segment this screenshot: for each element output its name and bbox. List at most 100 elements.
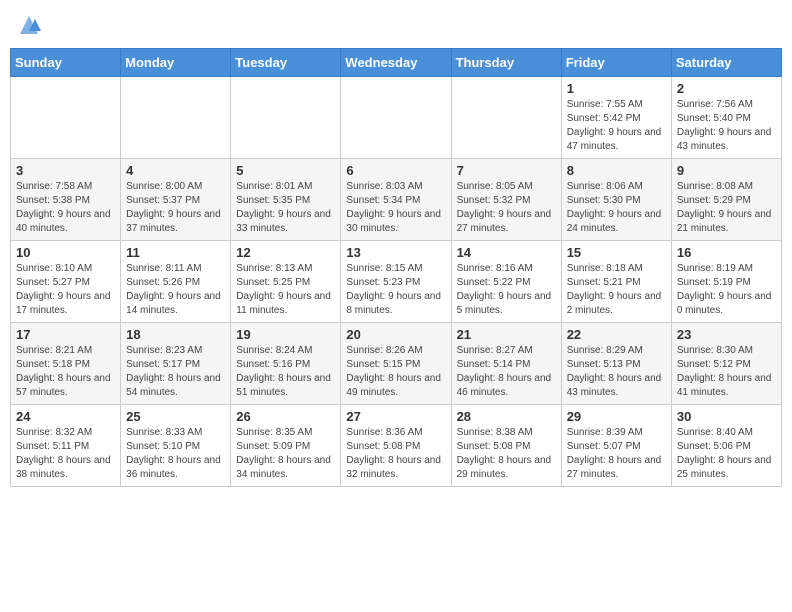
day-info: Sunrise: 8:08 AM Sunset: 5:29 PM Dayligh… bbox=[677, 180, 776, 236]
day-info: Sunrise: 8:16 AM Sunset: 5:22 PM Dayligh… bbox=[457, 262, 556, 318]
calendar-cell: 27 Sunrise: 8:36 AM Sunset: 5:08 PM Dayli… bbox=[341, 405, 451, 487]
day-info: Sunrise: 8:06 AM Sunset: 5:30 PM Dayligh… bbox=[567, 180, 666, 236]
day-number: 25 bbox=[126, 409, 225, 424]
calendar-cell: 29Sunrise: 8:39 AM Sunset: 5:07 PM Dayli… bbox=[561, 405, 671, 487]
day-number: 22 bbox=[567, 327, 666, 342]
day-info: Sunrise: 8:23 AM Sunset: 5:17 PM Dayligh… bbox=[126, 344, 225, 400]
calendar-cell bbox=[231, 77, 341, 159]
day-info: Sunrise: 8:15 AM Sunset: 5:23 PM Dayligh… bbox=[346, 262, 445, 318]
day-number: 13 bbox=[346, 245, 445, 260]
day-number: 16 bbox=[677, 245, 776, 260]
calendar: SundayMondayTuesdayWednesdayThursdayFrid… bbox=[10, 48, 782, 487]
day-number: 2 bbox=[677, 81, 776, 96]
day-info: Sunrise: 8:33 AM Sunset: 5:10 PM Dayligh… bbox=[126, 426, 225, 482]
calendar-cell: 7 Sunrise: 8:05 AM Sunset: 5:32 PM Daylig… bbox=[451, 159, 561, 241]
day-info: Sunrise: 7:55 AM Sunset: 5:42 PM Dayligh… bbox=[567, 98, 666, 154]
weekday-header: Sunday bbox=[11, 49, 121, 77]
calendar-cell: 23 Sunrise: 8:30 AM Sunset: 5:12 PM Dayli… bbox=[671, 323, 781, 405]
weekday-header: Thursday bbox=[451, 49, 561, 77]
day-number: 5 bbox=[236, 163, 335, 178]
day-info: Sunrise: 8:32 AM Sunset: 5:11 PM Dayligh… bbox=[16, 426, 115, 482]
calendar-week-row: 10 Sunrise: 8:10 AM Sunset: 5:27 PM Dayli… bbox=[11, 241, 782, 323]
calendar-cell bbox=[11, 77, 121, 159]
calendar-cell: 19 Sunrise: 8:24 AM Sunset: 5:16 PM Dayli… bbox=[231, 323, 341, 405]
day-info: Sunrise: 8:19 AM Sunset: 5:19 PM Dayligh… bbox=[677, 262, 776, 318]
day-info: Sunrise: 8:35 AM Sunset: 5:09 PM Dayligh… bbox=[236, 426, 335, 482]
day-info: Sunrise: 8:00 AM Sunset: 5:37 PM Dayligh… bbox=[126, 180, 225, 236]
day-number: 24 bbox=[16, 409, 115, 424]
day-number: 10 bbox=[16, 245, 115, 260]
day-number: 9 bbox=[677, 163, 776, 178]
day-info: Sunrise: 8:29 AM Sunset: 5:13 PM Dayligh… bbox=[567, 344, 666, 400]
logo-icon bbox=[14, 10, 44, 40]
day-info: Sunrise: 8:30 AM Sunset: 5:12 PM Dayligh… bbox=[677, 344, 776, 400]
calendar-cell: 16 Sunrise: 8:19 AM Sunset: 5:19 PM Dayli… bbox=[671, 241, 781, 323]
day-number: 14 bbox=[457, 245, 556, 260]
calendar-week-row: 3 Sunrise: 7:58 AM Sunset: 5:38 PM Daylig… bbox=[11, 159, 782, 241]
calendar-cell: 22 Sunrise: 8:29 AM Sunset: 5:13 PM Dayli… bbox=[561, 323, 671, 405]
calendar-cell: 9 Sunrise: 8:08 AM Sunset: 5:29 PM Daylig… bbox=[671, 159, 781, 241]
day-info: Sunrise: 8:10 AM Sunset: 5:27 PM Dayligh… bbox=[16, 262, 115, 318]
day-number: 7 bbox=[457, 163, 556, 178]
calendar-cell: 12 Sunrise: 8:13 AM Sunset: 5:25 PM Dayli… bbox=[231, 241, 341, 323]
day-info: Sunrise: 8:26 AM Sunset: 5:15 PM Dayligh… bbox=[346, 344, 445, 400]
day-info: Sunrise: 8:24 AM Sunset: 5:16 PM Dayligh… bbox=[236, 344, 335, 400]
day-number: 23 bbox=[677, 327, 776, 342]
day-number: 19 bbox=[236, 327, 335, 342]
day-number: 3 bbox=[16, 163, 115, 178]
day-number: 18 bbox=[126, 327, 225, 342]
day-info: Sunrise: 7:58 AM Sunset: 5:38 PM Dayligh… bbox=[16, 180, 115, 236]
calendar-cell: 2Sunrise: 7:56 AM Sunset: 5:40 PM Daylig… bbox=[671, 77, 781, 159]
calendar-cell: 6Sunrise: 8:03 AM Sunset: 5:34 PM Daylig… bbox=[341, 159, 451, 241]
day-info: Sunrise: 8:13 AM Sunset: 5:25 PM Dayligh… bbox=[236, 262, 335, 318]
day-info: Sunrise: 8:01 AM Sunset: 5:35 PM Dayligh… bbox=[236, 180, 335, 236]
calendar-header: SundayMondayTuesdayWednesdayThursdayFrid… bbox=[11, 49, 782, 77]
day-info: Sunrise: 8:21 AM Sunset: 5:18 PM Dayligh… bbox=[16, 344, 115, 400]
day-number: 26 bbox=[236, 409, 335, 424]
day-number: 17 bbox=[16, 327, 115, 342]
calendar-cell: 26 Sunrise: 8:35 AM Sunset: 5:09 PM Dayli… bbox=[231, 405, 341, 487]
calendar-cell: 14 Sunrise: 8:16 AM Sunset: 5:22 PM Dayli… bbox=[451, 241, 561, 323]
calendar-cell: 28 Sunrise: 8:38 AM Sunset: 5:08 PM Dayli… bbox=[451, 405, 561, 487]
calendar-cell: 30Sunrise: 8:40 AM Sunset: 5:06 PM Dayli… bbox=[671, 405, 781, 487]
weekday-header: Saturday bbox=[671, 49, 781, 77]
calendar-cell: 20 Sunrise: 8:26 AM Sunset: 5:15 PM Dayli… bbox=[341, 323, 451, 405]
day-info: Sunrise: 8:38 AM Sunset: 5:08 PM Dayligh… bbox=[457, 426, 556, 482]
day-number: 6 bbox=[346, 163, 445, 178]
calendar-cell: 24 Sunrise: 8:32 AM Sunset: 5:11 PM Dayli… bbox=[11, 405, 121, 487]
day-number: 4 bbox=[126, 163, 225, 178]
day-number: 12 bbox=[236, 245, 335, 260]
day-info: Sunrise: 8:05 AM Sunset: 5:32 PM Dayligh… bbox=[457, 180, 556, 236]
calendar-cell: 17 Sunrise: 8:21 AM Sunset: 5:18 PM Dayli… bbox=[11, 323, 121, 405]
calendar-cell: 18 Sunrise: 8:23 AM Sunset: 5:17 PM Dayli… bbox=[121, 323, 231, 405]
calendar-cell: 8 Sunrise: 8:06 AM Sunset: 5:30 PM Daylig… bbox=[561, 159, 671, 241]
weekday-header: Wednesday bbox=[341, 49, 451, 77]
day-info: Sunrise: 8:18 AM Sunset: 5:21 PM Dayligh… bbox=[567, 262, 666, 318]
day-info: Sunrise: 8:39 AM Sunset: 5:07 PM Dayligh… bbox=[567, 426, 666, 482]
calendar-cell: 10 Sunrise: 8:10 AM Sunset: 5:27 PM Dayli… bbox=[11, 241, 121, 323]
day-number: 20 bbox=[346, 327, 445, 342]
day-number: 8 bbox=[567, 163, 666, 178]
day-number: 1 bbox=[567, 81, 666, 96]
calendar-cell: 13 Sunrise: 8:15 AM Sunset: 5:23 PM Dayli… bbox=[341, 241, 451, 323]
calendar-cell: 5 Sunrise: 8:01 AM Sunset: 5:35 PM Daylig… bbox=[231, 159, 341, 241]
calendar-week-row: 17 Sunrise: 8:21 AM Sunset: 5:18 PM Dayli… bbox=[11, 323, 782, 405]
day-number: 30 bbox=[677, 409, 776, 424]
calendar-cell bbox=[121, 77, 231, 159]
day-number: 15 bbox=[567, 245, 666, 260]
calendar-cell: 21 Sunrise: 8:27 AM Sunset: 5:14 PM Dayli… bbox=[451, 323, 561, 405]
calendar-cell: 25 Sunrise: 8:33 AM Sunset: 5:10 PM Dayli… bbox=[121, 405, 231, 487]
calendar-cell bbox=[341, 77, 451, 159]
day-info: Sunrise: 8:36 AM Sunset: 5:08 PM Dayligh… bbox=[346, 426, 445, 482]
calendar-week-row: 24 Sunrise: 8:32 AM Sunset: 5:11 PM Dayli… bbox=[11, 405, 782, 487]
day-number: 21 bbox=[457, 327, 556, 342]
day-info: Sunrise: 8:27 AM Sunset: 5:14 PM Dayligh… bbox=[457, 344, 556, 400]
calendar-cell: 3 Sunrise: 7:58 AM Sunset: 5:38 PM Daylig… bbox=[11, 159, 121, 241]
day-number: 11 bbox=[126, 245, 225, 260]
weekday-row: SundayMondayTuesdayWednesdayThursdayFrid… bbox=[11, 49, 782, 77]
calendar-body: 1 Sunrise: 7:55 AM Sunset: 5:42 PM Daylig… bbox=[11, 77, 782, 487]
day-number: 27 bbox=[346, 409, 445, 424]
day-number: 28 bbox=[457, 409, 556, 424]
calendar-cell: 11Sunrise: 8:11 AM Sunset: 5:26 PM Dayli… bbox=[121, 241, 231, 323]
weekday-header: Tuesday bbox=[231, 49, 341, 77]
